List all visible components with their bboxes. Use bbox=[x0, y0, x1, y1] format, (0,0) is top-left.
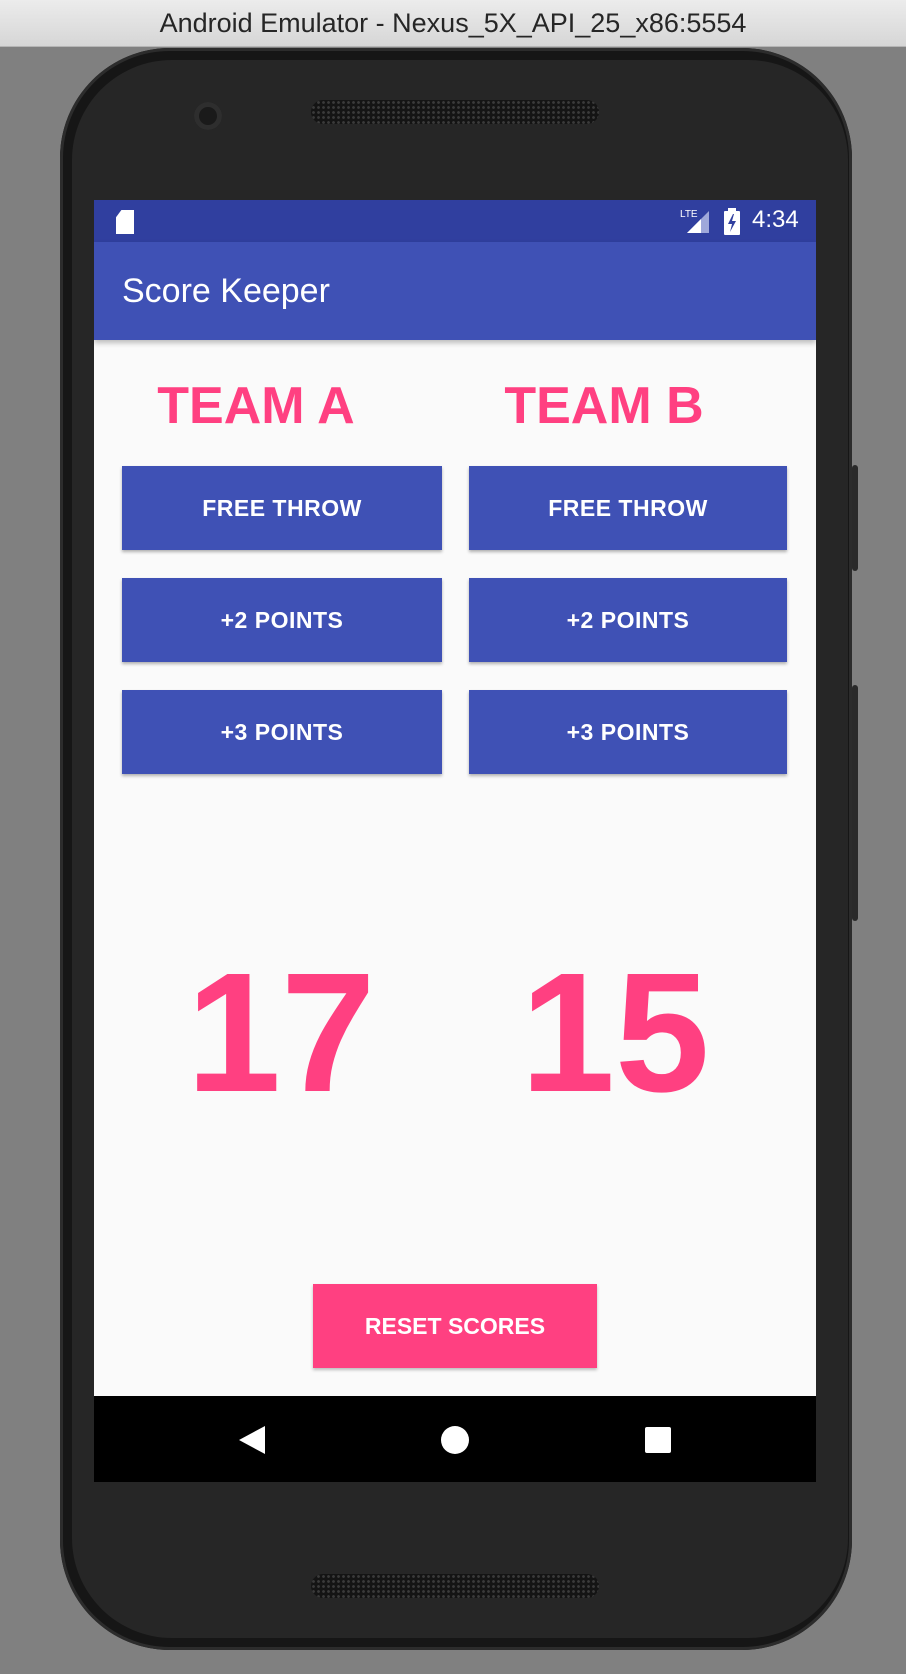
team-b-plus-two-button[interactable]: +2 POINTS bbox=[469, 578, 787, 662]
team-b-free-throw-button[interactable]: FREE THROW bbox=[469, 466, 787, 550]
status-time: 4:34 bbox=[752, 206, 799, 233]
home-icon[interactable] bbox=[435, 1420, 475, 1460]
bottom-speaker bbox=[311, 1574, 599, 1598]
app-bar: Score Keeper bbox=[94, 242, 816, 340]
sd-card-icon bbox=[116, 210, 134, 234]
svg-text:LTE: LTE bbox=[680, 209, 698, 220]
top-speaker bbox=[311, 100, 599, 124]
window-titlebar: Android Emulator - Nexus_5X_API_25_x86:5… bbox=[0, 0, 906, 47]
app-title: Score Keeper bbox=[122, 272, 330, 310]
recents-icon[interactable] bbox=[638, 1420, 678, 1460]
team-a-score: 17 bbox=[186, 938, 376, 1128]
team-b-name: TEAM B bbox=[504, 377, 704, 435]
team-a-name: TEAM A bbox=[157, 377, 355, 435]
status-bar: LTE 4:34 bbox=[94, 200, 816, 242]
team-a-plus-three-button[interactable]: +3 POINTS bbox=[122, 690, 442, 774]
front-camera bbox=[194, 102, 222, 130]
team-b-plus-three-button[interactable]: +3 POINTS bbox=[469, 690, 787, 774]
team-a-free-throw-button[interactable]: FREE THROW bbox=[122, 466, 442, 550]
back-icon[interactable] bbox=[232, 1420, 272, 1460]
team-a-plus-two-button[interactable]: +2 POINTS bbox=[122, 578, 442, 662]
volume-button[interactable] bbox=[852, 685, 858, 921]
lte-signal-icon: LTE bbox=[680, 209, 709, 233]
device-screen: LTE 4:34 Score Keeper TEAM A TEAM B FREE… bbox=[94, 200, 816, 1482]
reset-scores-button[interactable]: RESET SCORES bbox=[313, 1284, 597, 1368]
team-b-score: 15 bbox=[520, 938, 710, 1128]
navigation-bar bbox=[94, 1396, 816, 1482]
power-button[interactable] bbox=[852, 465, 858, 571]
battery-charging-icon bbox=[724, 208, 740, 235]
window-title: Android Emulator - Nexus_5X_API_25_x86:5… bbox=[159, 7, 747, 38]
